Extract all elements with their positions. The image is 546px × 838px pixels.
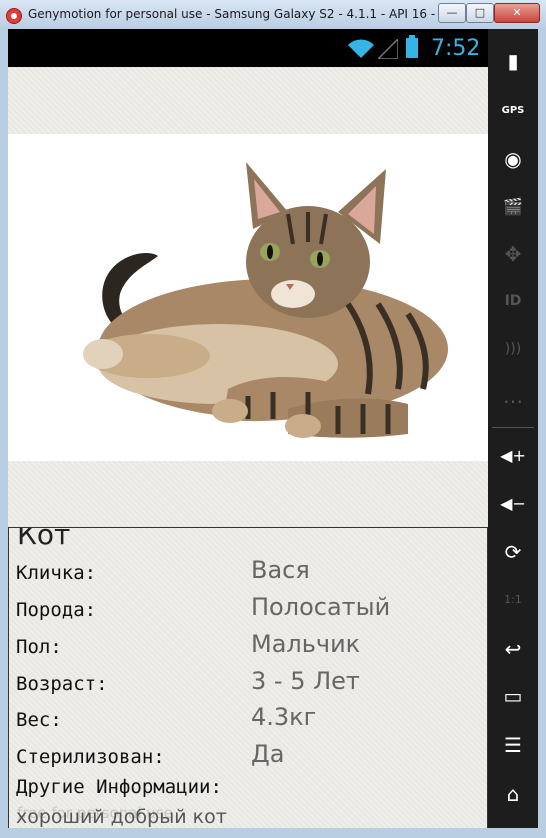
android-screen: 7:52 Кот Кличка: Вася Порода: Полосатый … [8,29,488,828]
pet-info-panel: Кот Кличка: Вася Порода: Полосатый Пол: … [8,527,488,828]
info-row-weight: Вес: 4.3кг [9,703,487,737]
info-label: Пол: [16,636,62,658]
rotate-icon[interactable]: ⟳ [488,532,538,572]
window-frame-bottom [0,828,546,838]
home-icon[interactable]: ⌂ [488,774,538,814]
sms-icon[interactable]: … [488,376,538,416]
info-value: Да [251,740,285,768]
info-row-sex: Пол: Мальчик [9,630,487,664]
recent-apps-icon[interactable]: ▭ [488,676,538,716]
info-value: Полосатый [251,593,391,621]
status-time: 7:52 [431,36,481,61]
window-frame-left [0,29,8,838]
info-value: Вася [251,556,310,584]
dpad-icon[interactable]: ✥ [488,234,538,274]
genymotion-logo-icon [6,8,22,24]
device-id-icon[interactable]: ID [488,281,538,321]
close-button[interactable]: ✕ [494,3,540,23]
window-title: Genymotion for personal use - Samsung Ga… [28,7,438,21]
volume-up-icon[interactable]: ◀+ [488,436,538,476]
volume-down-icon[interactable]: ◀− [488,484,538,524]
gps-icon[interactable]: GPS [488,91,538,131]
info-row-sterilized: Стерилизован: Да [9,740,487,774]
cat-image [83,162,448,438]
info-label: Кличка: [16,562,97,584]
window-titlebar[interactable]: Genymotion for personal use - Samsung Ga… [0,0,546,30]
info-value: 3 - 5 Лет [251,667,360,695]
background-pattern [8,67,488,134]
info-label: Возраст: [16,673,108,695]
pet-type-heading: Кот [17,527,71,551]
info-row-breed: Порода: Полосатый [9,593,487,627]
maximize-button[interactable]: □ [466,3,494,23]
video-capture-icon[interactable]: 🎬 [488,187,538,227]
other-info-value: хороший добрый кот [16,806,227,828]
info-row-name: Кличка: Вася [9,556,487,590]
battery-icon[interactable]: ▮ [488,41,538,81]
status-bar: 7:52 [8,29,488,67]
cast-icon[interactable]: ))) [488,329,538,369]
webcam-icon[interactable]: ◉ [488,139,538,179]
info-value: 4.3кг [251,703,317,731]
minimize-button[interactable]: — [438,3,466,23]
toolbar-divider [492,427,534,428]
background-pattern [8,461,488,527]
info-label: Стерилизован: [16,746,165,768]
back-icon[interactable]: ↩ [488,629,538,669]
signal-icon [378,39,398,59]
other-info-label: Другие Информации: [16,776,222,798]
info-value: Мальчик [251,630,361,658]
battery-status-icon [406,35,418,58]
cat-photo [8,134,488,461]
menu-icon[interactable]: ☰ [488,725,538,765]
info-row-age: Возраст: 3 - 5 Лет [9,667,487,701]
wifi-icon [348,39,374,58]
pixel-perfect-icon[interactable]: 1:1 [488,580,538,620]
info-label: Порода: [16,599,97,621]
emulator-toolbar: ▮ GPS ◉ 🎬 ✥ ID ))) … ◀+ ◀− ⟳ 1:1 ↩ ▭ ☰ ⌂ [488,29,538,828]
window-frame-right [538,29,546,838]
info-label: Вес: [16,709,62,731]
